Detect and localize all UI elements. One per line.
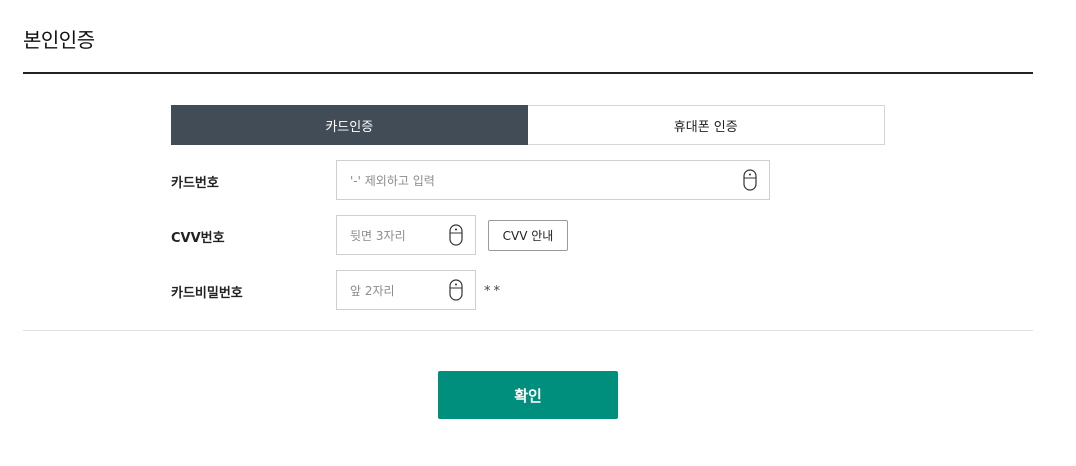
card-number-field[interactable]: '-' 제외하고 입력 [336,160,770,200]
card-password-field[interactable]: 앞 2자리 [336,270,476,310]
tab-card-auth[interactable]: 카드인증 [171,105,528,145]
mouse-icon[interactable] [743,169,757,191]
card-password-label: 카드비밀번호 [171,286,243,301]
password-mask: ** [484,284,503,299]
mouse-icon[interactable] [449,224,463,246]
card-password-placeholder: 앞 2자리 [350,283,395,298]
auth-tabs: 카드인증 휴대폰 인증 [171,105,885,145]
title-divider [23,72,1033,74]
card-number-label: 카드번호 [171,176,219,191]
cvv-placeholder: 뒷면 3자리 [350,228,406,243]
cvv-field[interactable]: 뒷면 3자리 [336,215,476,255]
mouse-icon[interactable] [449,279,463,301]
page-title: 본인인증 [23,28,95,52]
cvv-label: CVV번호 [171,231,225,246]
cvv-guide-button[interactable]: CVV 안내 [488,220,568,251]
form-divider [23,330,1033,331]
confirm-button[interactable]: 확인 [438,371,618,419]
tab-phone-auth[interactable]: 휴대폰 인증 [527,105,885,145]
card-number-placeholder: '-' 제외하고 입력 [350,173,435,188]
